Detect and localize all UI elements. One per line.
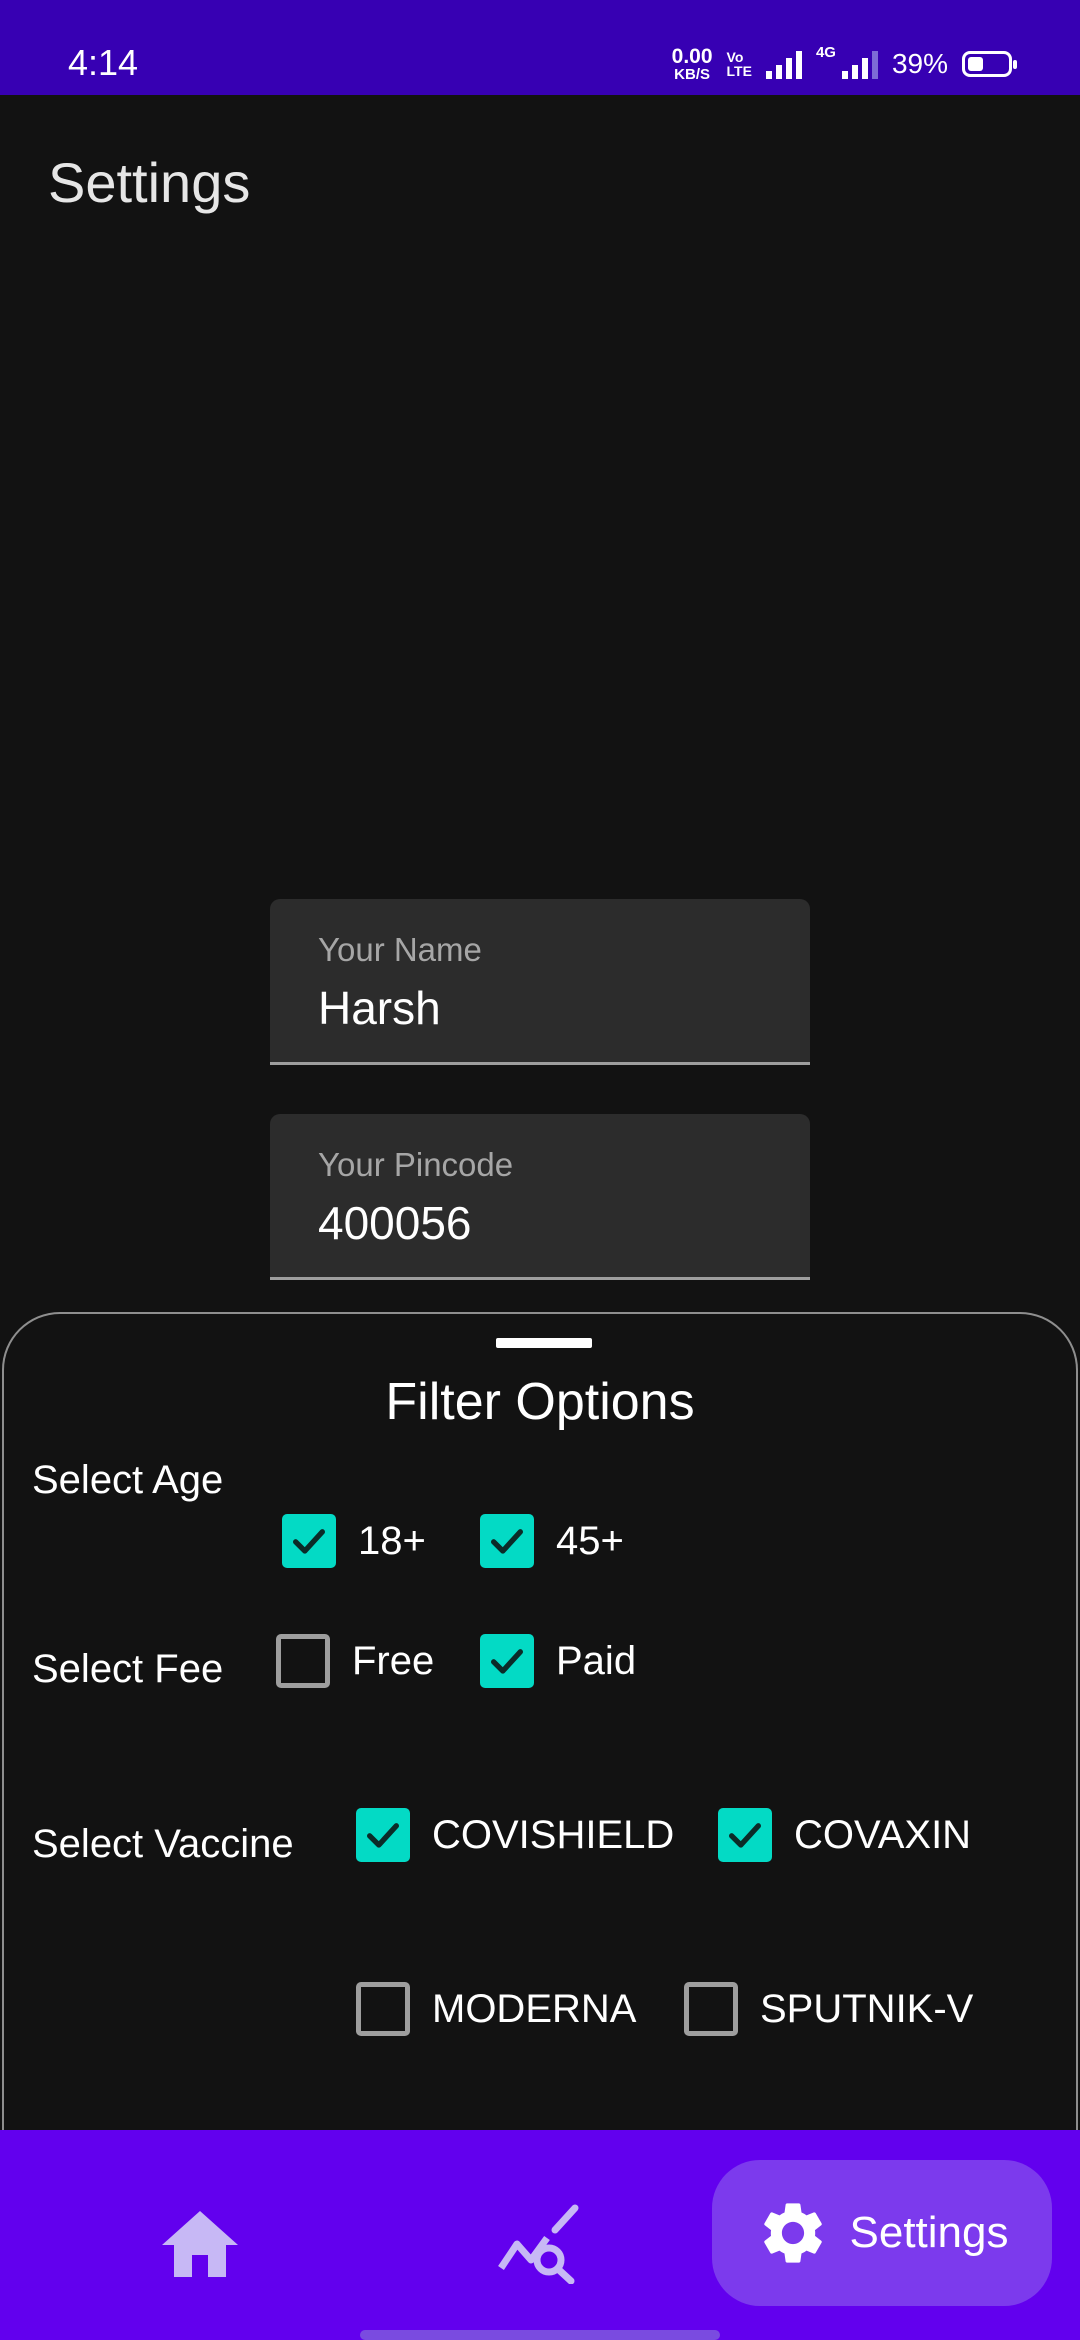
pincode-field[interactable]: Your Pincode: [270, 1114, 810, 1280]
checkmark-icon: [729, 1823, 761, 1848]
fee-option-paid[interactable]: Paid: [480, 1634, 636, 1688]
status-time: 4:14: [68, 42, 139, 83]
checkbox-covaxin[interactable]: [718, 1808, 772, 1862]
page-title: Settings: [48, 151, 251, 214]
age-option-18[interactable]: 18+: [282, 1514, 426, 1568]
net-speed-unit: KB/S: [674, 66, 711, 83]
drag-handle[interactable]: [496, 1338, 592, 1348]
vaccine-row-label: Select Vaccine: [32, 1822, 294, 1866]
net-speed: 0.00 KB/S: [672, 46, 713, 82]
status-icons: 0.00 KB/S Vo LTE 4G 39%: [672, 44, 1017, 84]
fee-row-label: Select Fee: [32, 1647, 224, 1691]
battery-fill: [968, 57, 983, 71]
name-input[interactable]: [318, 981, 758, 1035]
stats-search-icon: [498, 2204, 579, 2284]
battery-icon: [962, 51, 1017, 77]
battery-percent: 39%: [891, 48, 948, 79]
nav-stats[interactable]: [490, 2194, 590, 2294]
nav-home[interactable]: [150, 2194, 250, 2294]
checkbox-fee-paid[interactable]: [480, 1634, 534, 1688]
signal-icon-2: [841, 49, 878, 79]
vaccine-option-moderna[interactable]: MODERNA: [356, 1982, 636, 2036]
pincode-input[interactable]: [318, 1196, 758, 1250]
filter-sheet-title: Filter Options: [385, 1373, 695, 1431]
fee-option-free[interactable]: Free: [276, 1634, 434, 1688]
filter-bottom-sheet: Filter Options Select Age 18+ 45+ Select…: [2, 1312, 1078, 2132]
checkbox-age-18[interactable]: [282, 1514, 336, 1568]
status-bar: 4:14 0.00 KB/S Vo LTE 4G 39%: [0, 0, 1080, 95]
gear-icon: [763, 2203, 822, 2263]
checkmark-icon: [491, 1529, 523, 1554]
checkbox-sputnik[interactable]: [684, 1982, 738, 2036]
name-field[interactable]: Your Name: [270, 899, 810, 1065]
bottom-navigation: Settings: [0, 2130, 1080, 2340]
checkmark-icon: [491, 1649, 523, 1674]
checkbox-covishield[interactable]: [356, 1808, 410, 1862]
name-field-label: Your Name: [318, 931, 482, 968]
nav-settings[interactable]: Settings: [712, 2160, 1052, 2306]
home-indicator: [360, 2330, 720, 2340]
age-option-45[interactable]: 45+: [480, 1514, 624, 1568]
home-icon: [162, 2211, 238, 2277]
checkbox-moderna[interactable]: [356, 1982, 410, 2036]
vaccine-option-covaxin[interactable]: COVAXIN: [718, 1808, 971, 1862]
signal-icon: [765, 49, 802, 79]
pincode-field-label: Your Pincode: [318, 1146, 514, 1183]
volte-icon: Vo LTE: [726, 49, 752, 79]
checkmark-icon: [293, 1529, 325, 1554]
network-type: 4G: [815, 44, 836, 61]
checkbox-fee-free[interactable]: [276, 1634, 330, 1688]
checkmark-icon: [367, 1823, 399, 1848]
vaccine-option-covishield[interactable]: COVISHIELD: [356, 1808, 674, 1862]
nav-settings-label: Settings: [849, 2208, 1009, 2257]
vaccine-option-sputnik[interactable]: SPUTNIK-V: [684, 1982, 973, 2036]
checkbox-age-45[interactable]: [480, 1514, 534, 1568]
age-row-label: Select Age: [32, 1458, 224, 1502]
net-speed-value: 0.00: [671, 45, 713, 68]
